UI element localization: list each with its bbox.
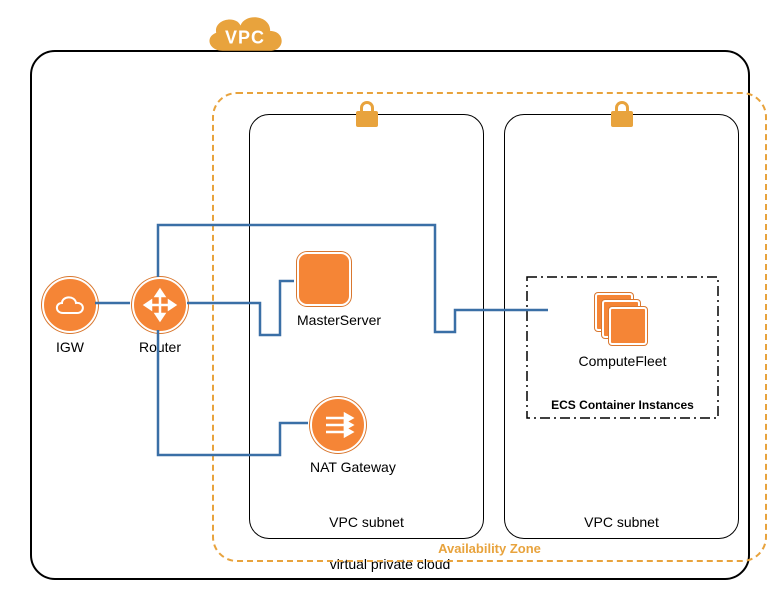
master-server-node: MasterServer [297, 252, 381, 328]
subnet-right-label: VPC subnet [584, 514, 659, 530]
nat-icon [310, 397, 366, 453]
master-server-label: MasterServer [297, 312, 381, 328]
vpc-container: virtual private cloud IGW Router [30, 50, 750, 580]
igw-label: IGW [42, 339, 98, 355]
igw-node: IGW [42, 277, 98, 355]
vpc-cloud-label: VPC [225, 28, 265, 49]
subnet-left-label: VPC subnet [329, 514, 404, 530]
igw-icon [42, 277, 98, 333]
instance-icon [297, 252, 351, 306]
vpc-cloud-badge: VPC [200, 5, 290, 65]
lock-icon [611, 101, 633, 127]
availability-zone: Availability Zone VPC subnet VPC subnet [212, 92, 767, 562]
subnet-right: VPC subnet ComputeFleet ECS Container In… [504, 114, 739, 539]
ecs-box-label: ECS Container Instances [551, 398, 694, 412]
router-arrows-icon [142, 287, 178, 323]
compute-fleet-stack-icon [595, 293, 651, 349]
router-label: Router [132, 339, 188, 355]
lock-icon [356, 101, 378, 127]
router-icon [132, 277, 188, 333]
availability-zone-label: Availability Zone [438, 541, 541, 556]
ecs-container-content: ComputeFleet ECS Container Instances [525, 275, 720, 420]
router-node: Router [132, 277, 188, 355]
nat-gateway-label: NAT Gateway [310, 459, 396, 475]
compute-fleet-label: ComputeFleet [579, 353, 667, 369]
nat-gateway-node: NAT Gateway [310, 397, 396, 475]
nat-arrows-icon [320, 407, 356, 443]
cloud-glyph-icon [53, 293, 87, 317]
